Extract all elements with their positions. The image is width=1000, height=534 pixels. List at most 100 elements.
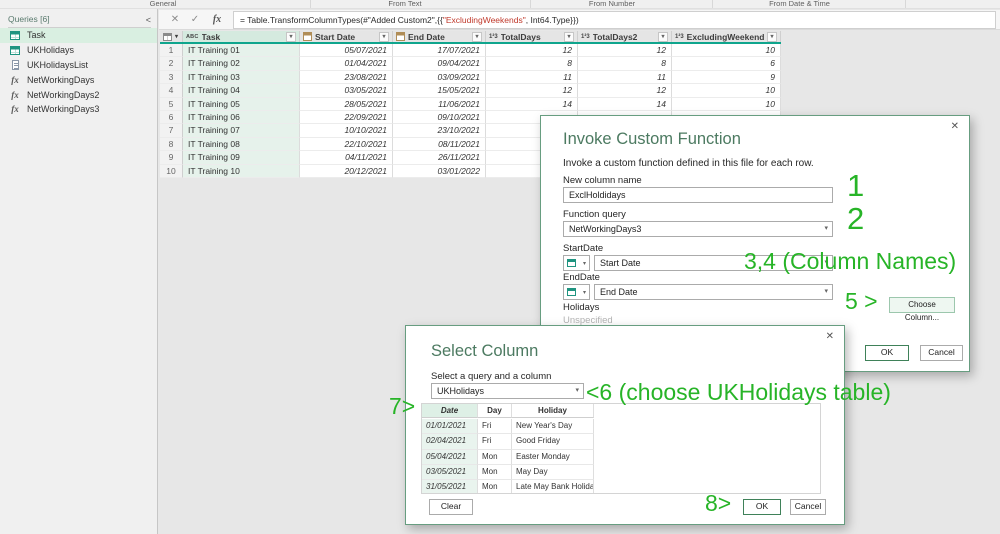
row-number: 10 [160,164,183,178]
fx-icon[interactable]: fx [207,12,227,28]
grid-header-row: ▾ ABC Task ▾ Start Date ▾ End Date ▾ 1²3 TotalDay… [160,31,781,44]
task-cell: IT Training 03 [183,70,300,85]
task-cell: IT Training 02 [183,57,300,71]
preview-header-date: Date [422,404,478,418]
date-cell: 01/01/2021 [422,419,478,435]
excludingweekends-cell: 10 [672,44,781,58]
chevron-down-icon: ▾ [175,34,179,40]
queries-pane: Queries [6] < Task UKHolidays UKHolidaysLi… [0,9,158,534]
queries-count-label: Queries [6] [8,14,50,24]
query-name: Task [27,30,46,41]
123-icon: 1²3 [581,33,590,40]
text-type-icon: ABC [186,34,199,40]
table-row[interactable]: 1 IT Training 01 05/07/2021 17/07/2021 12 12 1… [160,44,781,58]
commit-entry-icon[interactable]: ✓ [185,12,205,28]
end-date-cell: 26/11/2021 [393,151,486,165]
sidebar-item-networkingdays3[interactable]: fx NetWorkingDays3 [0,102,157,117]
cancel-entry-icon[interactable]: ✕ [165,12,185,28]
end-date-cell: 23/10/2021 [393,124,486,138]
totaldays2-cell: 11 [578,70,672,85]
task-cell: IT Training 06 [183,110,300,125]
query-dropdown[interactable]: UKHolidays [431,383,584,399]
startdate-label: StartDate [563,243,604,254]
column-header-excludingweekends[interactable]: 1²3 ExcludingWeekends ▾ [672,31,781,42]
sidebar-item-task[interactable]: Task [0,28,157,43]
function-query-dropdown[interactable]: NetWorkingDays3 [563,221,833,237]
preview-row[interactable]: 31/05/2021 Mon Late May Bank Holiday [422,479,820,493]
end-date-cell: 03/01/2022 [393,164,486,178]
close-icon[interactable]: ✕ [951,121,959,132]
collapse-pane-icon[interactable]: < [146,13,151,27]
table-row[interactable]: 5 IT Training 05 28/05/2021 11/06/2021 14 14 1… [160,97,781,111]
preview-row[interactable]: 02/04/2021 Fri Good Friday [422,434,820,450]
column-name: TotalDays2 [592,31,638,42]
sidebar-item-networkingdays[interactable]: fx NetWorkingDays [0,72,157,87]
enddate-source-type-dropdown[interactable]: ▾ [563,284,590,300]
select-query-column-label: Select a query and a column [431,371,552,382]
formula-input[interactable]: = Table.TransformColumnTypes(#"Added Cus… [233,11,996,29]
column-header-task[interactable]: ABC Task ▾ [183,31,300,42]
end-date-cell: 11/06/2021 [393,97,486,111]
fx-icon: fx [11,74,19,85]
totaldays-cell: 12 [486,84,578,98]
holidays-preview-table: Date Day Holiday 01/01/2021 Fri New Year's Da… [422,404,820,493]
preview-row[interactable]: 03/05/2021 Mon May Day [422,464,820,480]
column-header-totaldays[interactable]: 1²3 TotalDays ▾ [486,31,578,42]
table-row[interactable]: 2 IT Training 02 01/04/2021 09/04/2021 8 8 6 [160,57,781,71]
preview-row[interactable]: 05/04/2021 Mon Easter Monday [422,449,820,465]
excludingweekends-cell: 9 [672,70,781,85]
sidebar-item-ukholidays[interactable]: UKHolidays [0,43,157,58]
filter-dropdown-icon: ▾ [379,31,389,42]
cancel-button[interactable]: Cancel [920,345,963,361]
sidebar-item-networkingdays2[interactable]: fx NetWorkingDays2 [0,87,157,102]
table-row[interactable]: 3 IT Training 03 23/08/2021 03/09/2021 11 11 9 [160,70,781,85]
row-number: 7 [160,124,183,138]
table-row[interactable]: 4 IT Training 04 03/05/2021 15/05/2021 12 12 1… [160,84,781,98]
ribbon-divider [310,0,311,8]
new-column-name-input[interactable] [563,187,833,203]
table-icon [567,259,576,267]
preview-header-holiday: Holiday [512,404,594,418]
list-icon [9,59,21,70]
close-icon[interactable]: ✕ [826,331,834,342]
start-date-cell: 22/09/2021 [300,110,393,125]
start-date-cell: 03/05/2021 [300,84,393,98]
annotation-step-8: 8> [705,490,732,516]
ok-button[interactable]: OK [865,345,909,361]
sidebar-item-ukholidayslist[interactable]: UKHolidaysList [0,58,157,73]
filter-dropdown-icon: ▾ [286,31,296,42]
clear-button[interactable]: Clear [429,499,473,515]
column-header-totaldays2[interactable]: 1²3 TotalDays2 ▾ [578,31,672,42]
column-header-end-date[interactable]: End Date ▾ [393,31,486,42]
choose-column-button[interactable]: Choose Column... [889,297,955,322]
calendar-icon [303,32,312,41]
queries-pane-header: Queries [6] < [8,12,151,28]
formula-text: = Table.TransformColumnTypes(#"Added Cus… [240,15,443,25]
row-number: 3 [160,70,183,85]
totaldays2-cell: 12 [578,44,672,58]
holiday-cell: Good Friday [512,434,594,450]
column-header-start-date[interactable]: Start Date ▾ [300,31,393,42]
startdate-source-type-dropdown[interactable]: ▾ [563,255,590,271]
ok-button[interactable]: OK [743,499,781,515]
preview-row[interactable]: 01/01/2021 Fri New Year's Day [422,419,820,435]
day-cell: Mon [478,479,512,493]
task-cell: IT Training 04 [183,84,300,98]
dialog-title: Select Column [431,342,539,360]
preview-header-day: Day [478,404,512,418]
abc-icon: ABC [186,33,199,40]
table-icon [9,30,21,40]
query-list: Task UKHolidays UKHolidaysList fx NetWorking… [0,28,157,117]
date-cell: 02/04/2021 [422,434,478,450]
function-query-label: Function query [563,209,626,220]
annotation-step-3-4: 3,4 (Column Names) [744,248,957,274]
excludingweekends-cell: 6 [672,57,781,71]
annotation-step-6: <6 (choose UKHolidays table) [586,379,891,405]
123-icon: 1²3 [675,33,684,40]
cancel-button[interactable]: Cancel [790,499,826,515]
holiday-cell: May Day [512,464,594,480]
query-name: UKHolidays [27,45,75,56]
select-all-columns-cell[interactable]: ▾ [160,31,183,42]
chevron-down-icon: ▾ [582,289,586,296]
enddate-column-dropdown[interactable]: End Date [594,284,833,300]
